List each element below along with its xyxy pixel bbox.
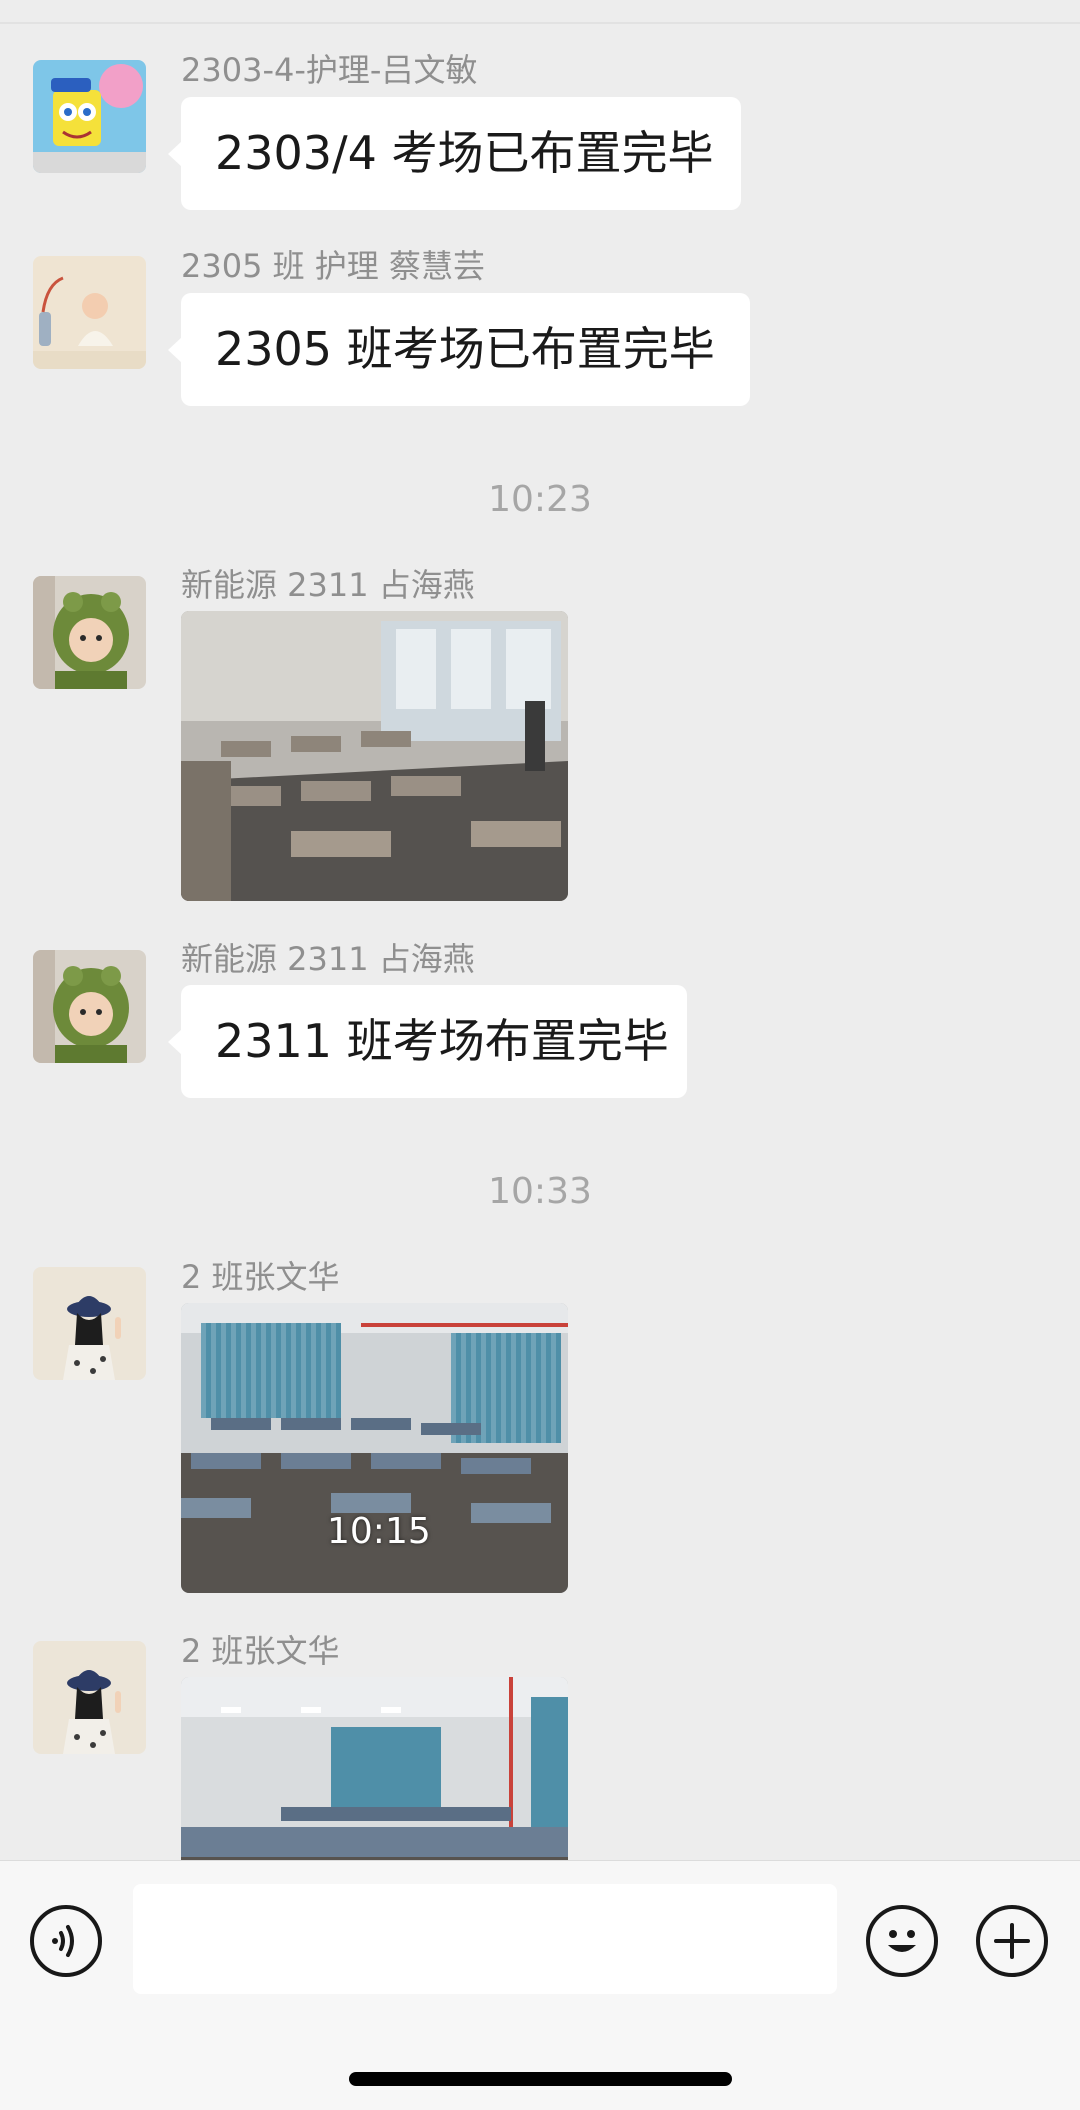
avatar-frog-hood-girl[interactable]	[33, 950, 146, 1063]
sender-name: 2 班张文华	[181, 1258, 340, 1296]
avatar-woman-hat[interactable]	[33, 1267, 146, 1380]
avatar-baby[interactable]	[33, 256, 146, 369]
sender-name: 2 班张文华	[181, 1632, 340, 1670]
classroom-photo[interactable]	[181, 611, 568, 901]
chat-timestamp: 10:23	[488, 479, 592, 520]
plus-icon[interactable]	[976, 1905, 1048, 1977]
text-message-bubble[interactable]: 2303/4 考场已布置完毕	[168, 97, 741, 210]
emoji-icon[interactable]	[866, 1905, 938, 1977]
chat-message-list[interactable]: 2303-4-护理-吕文敏 2303/4 考场已布置完毕 2305 班 护理 蔡…	[0, 24, 1080, 1860]
avatar-woman-hat[interactable]	[33, 1641, 146, 1754]
message-input[interactable]	[133, 1884, 837, 1994]
text-message-bubble[interactable]: 2305 班考场已布置完毕	[168, 293, 750, 406]
chat-timestamp: 10:33	[488, 1171, 592, 1212]
chat-input-bar	[0, 1860, 1080, 2110]
text-message-bubble[interactable]: 2311 班考场布置完毕	[168, 985, 687, 1098]
sender-name: 新能源 2311 占海燕	[181, 566, 475, 604]
avatar-frog-hood-girl[interactable]	[33, 576, 146, 689]
sender-name: 新能源 2311 占海燕	[181, 940, 475, 978]
sender-name: 2305 班 护理 蔡慧芸	[181, 247, 485, 285]
voice-icon[interactable]	[30, 1905, 102, 1977]
classroom-photo[interactable]: 10:15	[181, 1303, 568, 1593]
avatar-spongebob[interactable]	[33, 60, 146, 173]
photo-watermark-time: 10:15	[327, 1511, 431, 1552]
classroom-photo[interactable]	[181, 1677, 568, 1860]
sender-name: 2303-4-护理-吕文敏	[181, 51, 478, 89]
status-bar-divider	[0, 0, 1080, 24]
home-indicator[interactable]	[349, 2072, 732, 2086]
